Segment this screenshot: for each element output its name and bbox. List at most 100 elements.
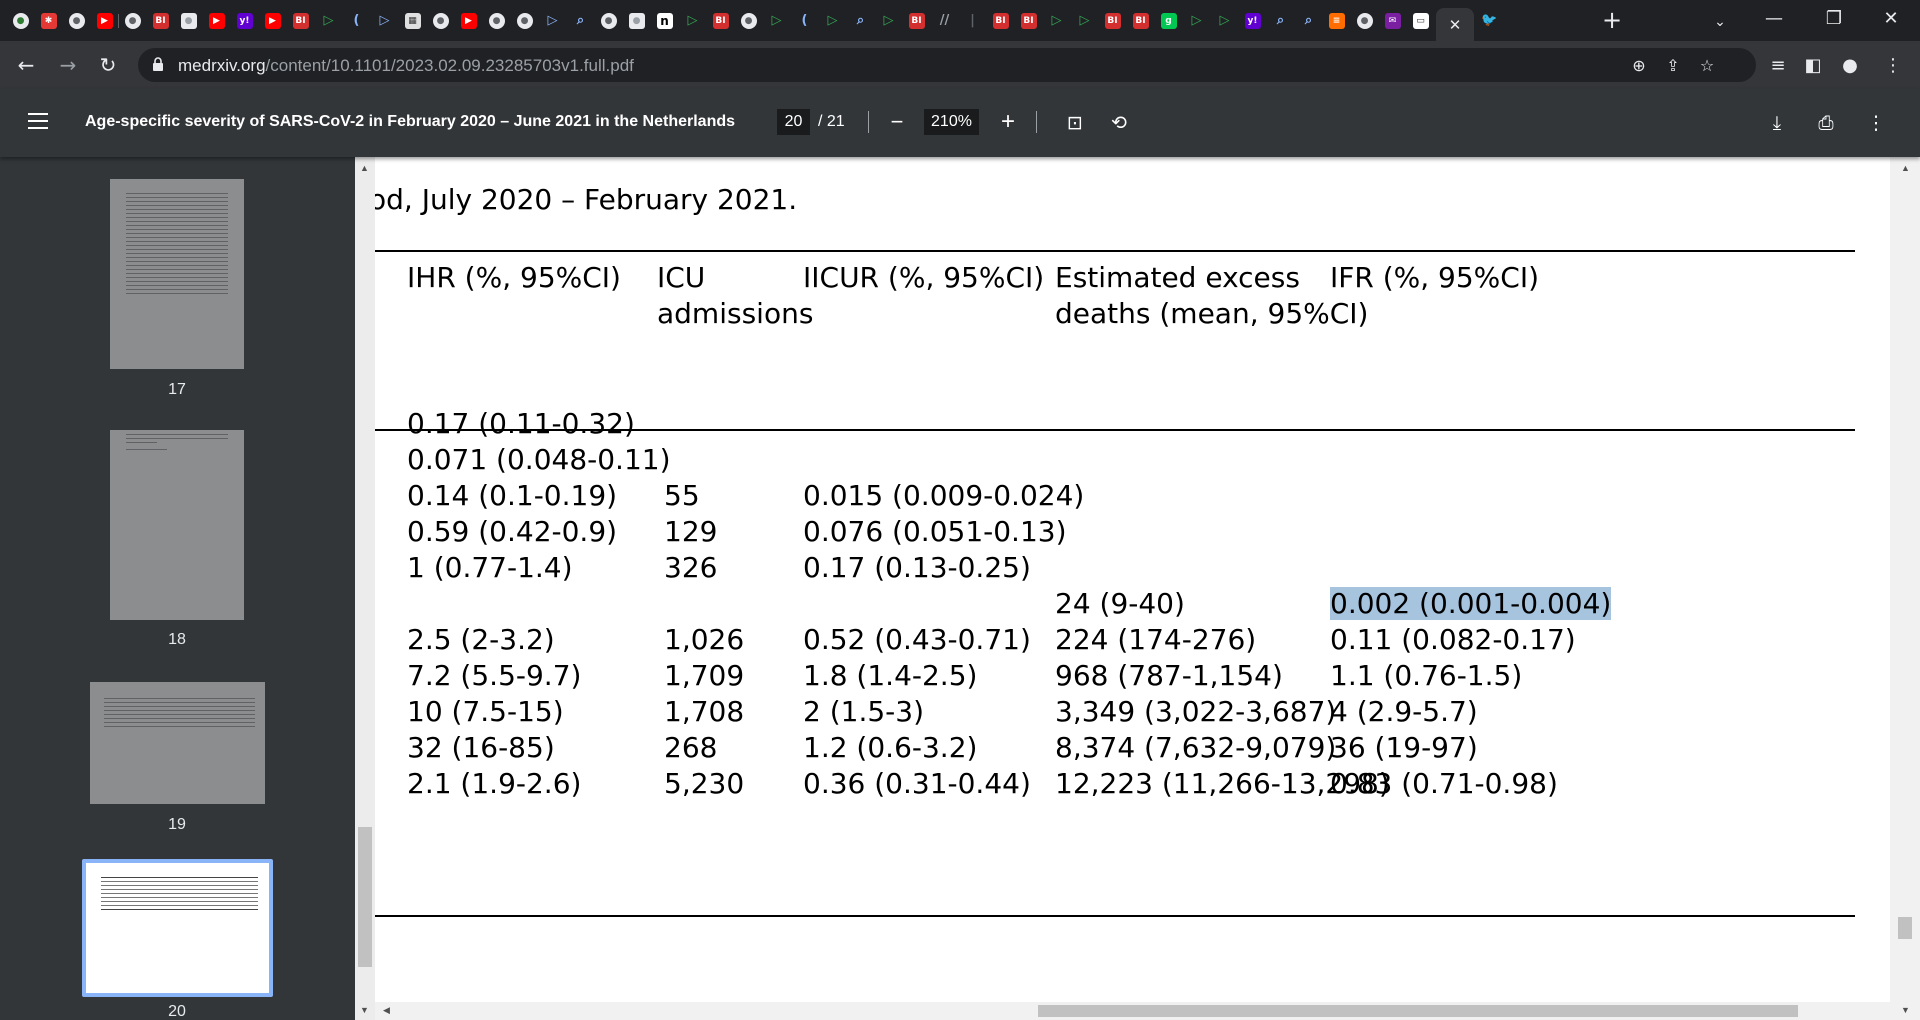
page-number-input[interactable]: 20 xyxy=(777,109,810,135)
browser-tab[interactable]: ▷ xyxy=(1212,8,1237,34)
browser-tab[interactable]: ▷ xyxy=(1072,8,1097,34)
browser-tab[interactable]: ( xyxy=(792,8,817,34)
tab-search-button[interactable]: ⌄ xyxy=(1706,7,1734,35)
browser-tab[interactable]: ▷ xyxy=(316,8,341,34)
reload-button[interactable]: ↻ xyxy=(92,49,124,81)
browser-tab[interactable]: BI xyxy=(904,8,929,34)
browser-tab[interactable]: y! xyxy=(1240,8,1265,34)
browser-tab[interactable]: ▷ xyxy=(1184,8,1209,34)
bookmark-star-icon[interactable]: ☆ xyxy=(1696,55,1718,77)
sidebar-scrollbar[interactable]: ▲ ▼ xyxy=(355,157,375,1020)
forward-button[interactable]: → xyxy=(52,49,84,81)
tab-strip: ● ✱ ● ▶ ● BI ● ▶ y! ▶ BI ▷ (▷ ▦ ● ▶ ● ● ▷ ⌕ ● ● n ▷ BI ● ▷ (▷ ⌕ ▷ BI //… xyxy=(0,0,1920,41)
browser-tab[interactable]: ▶ xyxy=(260,8,285,34)
browser-tab[interactable]: BI xyxy=(1128,8,1153,34)
zoom-input[interactable]: 210% xyxy=(924,109,979,135)
more-actions-icon[interactable]: ⋮ xyxy=(1862,109,1890,137)
lock-icon[interactable] xyxy=(152,57,164,71)
close-window-button[interactable]: ✕ xyxy=(1862,0,1920,41)
browser-tab[interactable]: ● xyxy=(428,8,453,34)
scrollbar-thumb[interactable] xyxy=(1898,917,1912,939)
browser-tab[interactable]: ✉ xyxy=(1380,8,1405,34)
browser-tab[interactable]: ▷ xyxy=(540,8,565,34)
scroll-down-arrow[interactable]: ▼ xyxy=(1901,1005,1910,1015)
browser-tab[interactable]: BI xyxy=(988,8,1013,34)
page-thumbnail-18[interactable] xyxy=(110,430,244,620)
document-scrollbar[interactable]: ▲ ▼ xyxy=(1890,157,1920,1020)
browser-tab[interactable]: ● xyxy=(176,8,201,34)
browser-tab[interactable]: ⌕ xyxy=(1268,8,1293,34)
browser-tab[interactable]: ▷ xyxy=(820,8,845,34)
browser-tab[interactable]: ⌕ xyxy=(1296,8,1321,34)
page-thumbnail-20[interactable] xyxy=(86,863,269,993)
share-icon[interactable]: ⇪ xyxy=(1662,55,1684,77)
browser-tab[interactable]: ⌕ xyxy=(848,8,873,34)
horizontal-scrollbar[interactable]: ◀ xyxy=(375,1002,1890,1020)
print-icon[interactable]: ⎙ xyxy=(1812,109,1840,137)
scroll-down-arrow[interactable]: ▼ xyxy=(360,1005,369,1015)
rotate-icon[interactable]: ⟲ xyxy=(1105,109,1133,137)
browser-tab[interactable]: ● xyxy=(484,8,509,34)
url-text[interactable]: medrxiv.org/content/10.1101/2023.02.09.2… xyxy=(178,56,634,76)
browser-tab[interactable]: ▷ xyxy=(1044,8,1069,34)
browser-tab[interactable]: BI xyxy=(148,8,173,34)
browser-tab[interactable]: n xyxy=(652,8,677,34)
browser-tab[interactable]: ▭ xyxy=(1408,8,1433,34)
browser-tab[interactable]: ▶ xyxy=(92,8,117,34)
reading-list-icon[interactable]: ≡ xyxy=(1765,53,1791,79)
download-icon[interactable]: ⤓ xyxy=(1763,109,1791,137)
restore-button[interactable]: ❐ xyxy=(1805,0,1863,41)
address-bar[interactable]: medrxiv.org/content/10.1101/2023.02.09.2… xyxy=(138,48,1756,82)
fit-page-icon[interactable]: ⊡ xyxy=(1061,109,1089,137)
browser-tab[interactable]: ▷ xyxy=(764,8,789,34)
scroll-up-arrow[interactable]: ▲ xyxy=(1901,163,1910,173)
browser-tab[interactable]: BI xyxy=(1016,8,1041,34)
browser-tab[interactable]: ⌕ xyxy=(568,8,593,34)
browser-tab[interactable]: g xyxy=(1156,8,1181,34)
zoom-in-button[interactable]: + xyxy=(995,108,1021,136)
browser-tab[interactable]: 🐦 xyxy=(1477,8,1502,34)
browser-tab[interactable]: ● xyxy=(624,8,649,34)
browser-tab[interactable]: ● xyxy=(596,8,621,34)
zoom-out-button[interactable]: − xyxy=(884,108,910,136)
menu-icon[interactable] xyxy=(28,113,48,129)
browser-tab[interactable]: ▷ xyxy=(372,8,397,34)
table-cell: 2 (1.5-3) xyxy=(803,695,925,728)
new-tab-button[interactable]: + xyxy=(1598,7,1626,35)
browser-tab[interactable]: ▷ xyxy=(680,8,705,34)
close-tab-icon[interactable]: ✕ xyxy=(1449,16,1462,34)
browser-tab[interactable]: ( xyxy=(344,8,369,34)
browser-tab[interactable]: BI xyxy=(288,8,313,34)
browser-tab[interactable]: ● xyxy=(1352,8,1377,34)
browser-menu-icon[interactable]: ⋮ xyxy=(1880,53,1906,79)
zoom-icon[interactable]: ⊕ xyxy=(1628,55,1650,77)
url-host: medrxiv.org xyxy=(178,56,266,75)
scrollbar-thumb[interactable] xyxy=(1038,1005,1798,1017)
scrollbar-thumb[interactable] xyxy=(358,827,372,967)
browser-tab[interactable]: // xyxy=(932,8,957,34)
browser-tab[interactable]: ▶ xyxy=(204,8,229,34)
back-button[interactable]: ← xyxy=(10,49,42,81)
scroll-up-arrow[interactable]: ▲ xyxy=(360,163,369,173)
side-panel-icon[interactable]: ◧ xyxy=(1800,53,1826,79)
scroll-left-arrow[interactable]: ◀ xyxy=(383,1005,390,1016)
browser-tab[interactable]: ▶ xyxy=(456,8,481,34)
active-tab[interactable]: ✕ xyxy=(1436,8,1474,41)
browser-tab[interactable]: ● xyxy=(64,8,89,34)
browser-tab[interactable]: | xyxy=(960,8,985,34)
browser-tab[interactable]: ≡ xyxy=(1324,8,1349,34)
minimize-button[interactable]: — xyxy=(1745,0,1803,41)
browser-tab[interactable]: BI xyxy=(708,8,733,34)
browser-tab[interactable]: ▦ xyxy=(400,8,425,34)
browser-tab[interactable]: ● xyxy=(118,8,145,34)
browser-tab[interactable]: ▷ xyxy=(876,8,901,34)
browser-tab[interactable]: y! xyxy=(232,8,257,34)
browser-tab[interactable]: ● xyxy=(736,8,761,34)
browser-tab[interactable]: BI xyxy=(1100,8,1125,34)
browser-tab[interactable]: ✱ xyxy=(36,8,61,34)
page-thumbnail-19[interactable] xyxy=(90,682,265,804)
browser-tab[interactable]: ● xyxy=(512,8,537,34)
browser-tab[interactable]: ● xyxy=(8,8,33,34)
profile-icon[interactable]: ● xyxy=(1837,53,1863,79)
page-thumbnail-17[interactable] xyxy=(110,179,244,369)
